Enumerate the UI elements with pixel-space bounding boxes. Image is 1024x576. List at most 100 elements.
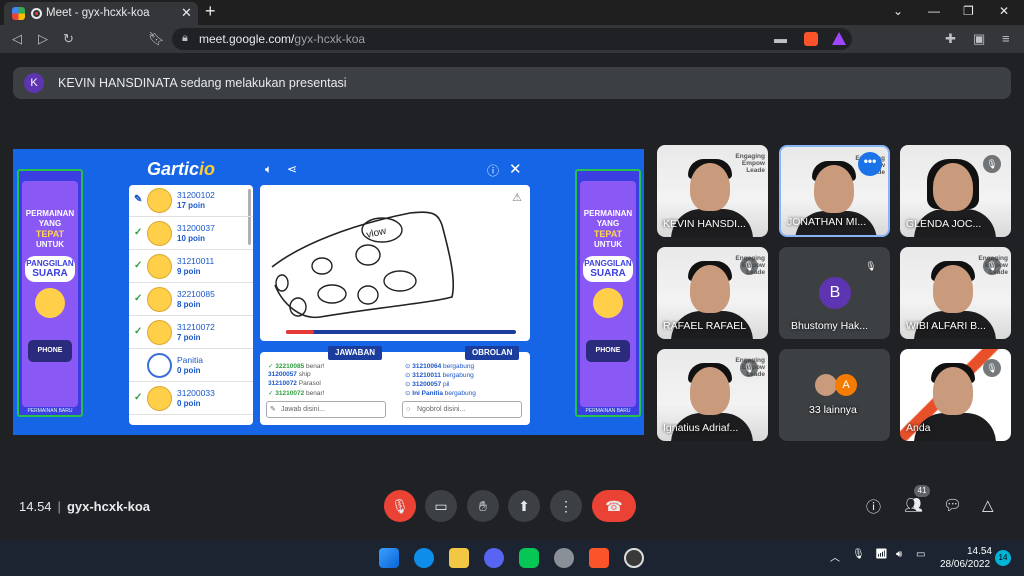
start-icon[interactable] [379, 548, 399, 568]
ad-banner-right[interactable]: PERMAINAN YANG TEPAT UNTUK PANGGILAN SUARA… [575, 169, 641, 417]
participant-name: GLENDA JOC... [906, 218, 982, 230]
tab-search-icon[interactable]: ⌄ [893, 4, 903, 18]
more-options-button[interactable]: ⋮ [550, 490, 582, 522]
people-icon[interactable]: 👥︎ [904, 496, 923, 514]
player-points: 7 poin [177, 333, 201, 342]
others-avatar [815, 374, 837, 396]
participant-tile[interactable]: GLENDA JOC... 🎙︎ [900, 145, 1011, 237]
line-icon[interactable] [519, 548, 539, 568]
others-avatar: A [835, 374, 857, 396]
presentation-text: KEVIN HANSDINATA sedang melakukan presen… [58, 76, 347, 90]
security-icon[interactable] [554, 548, 574, 568]
participant-tile[interactable]: Engaging Empow Leade KEVIN HANSDI... [657, 145, 768, 237]
leave-call-button[interactable]: ☎︎ [592, 490, 636, 522]
volume-icon[interactable]: 🔊︎ [896, 549, 902, 560]
participant-tile[interactable]: EngagingEmpowLeadeRAFAEL RAFAEL🎙︎ [657, 247, 768, 339]
more-options-icon[interactable]: ••• [858, 152, 882, 176]
shared-screen: PERMAINAN YANG TEPAT UNTUK PANGGILAN SUARA… [13, 149, 644, 435]
ad-banner-left[interactable]: PERMAINAN YANG TEPAT UNTUK PANGGILAN SUARA… [17, 169, 83, 417]
info-icon[interactable]: ⓘ [487, 162, 499, 179]
edge-icon[interactable] [414, 548, 434, 568]
wifi-icon[interactable]: 📶︎ [875, 549, 888, 560]
brave-rewards-icon[interactable] [832, 32, 846, 45]
forward-icon[interactable]: ▷ [38, 31, 48, 47]
player-points: 10 poin [177, 234, 206, 243]
participant-tile[interactable]: EngagingEmpowLeadeIgnatius Adriaf...🎙︎ [657, 349, 768, 441]
player-row: ✎ 31200102 17 poin [129, 185, 253, 217]
participant-tile[interactable]: EngagingEmpowLeadeWIBI ALFARI B...🎙︎ [900, 247, 1011, 339]
mic-off-button[interactable]: 🎙︎ [384, 490, 416, 522]
raise-hand-button[interactable]: ✋︎ [467, 490, 499, 522]
address-bar[interactable]: 🔒︎ meet.google.com/gyx-hcxk-koa ▬ [172, 28, 852, 50]
chat-text: bergabung [442, 372, 474, 379]
pencil-icon: ✎ [134, 194, 143, 205]
player-points: 0 poin [177, 399, 201, 408]
chat-text: bergabung [444, 390, 476, 397]
wallet-icon[interactable]: ▣ [973, 31, 985, 47]
player-row: ✓ 31200037 10 poin [129, 218, 253, 250]
chat-user: Ini Panitia [412, 390, 443, 397]
participant-avatar: B [819, 277, 851, 309]
answer-text: Parasol [298, 380, 321, 387]
player-name: 31210011 [177, 256, 215, 266]
share-icon[interactable]: ⋖ [287, 162, 297, 176]
mic-tray-icon[interactable]: 🎙︎ [852, 549, 865, 560]
player-avatar [147, 221, 172, 246]
taskbar-clock[interactable]: 14.54 [962, 546, 992, 557]
brave-shields-icon[interactable] [804, 32, 818, 46]
gartic-logo: Garticio [147, 159, 215, 180]
recording-icon [31, 8, 42, 19]
url-domain: meet.google.com/ [199, 32, 295, 46]
participant-tile[interactable]: A 33 lainnya [779, 349, 890, 441]
menu-icon[interactable]: ≡ [1002, 31, 1010, 46]
new-tab-button[interactable]: + [205, 1, 216, 22]
camera-in-use-icon[interactable]: ▬ [774, 31, 787, 46]
file-explorer-icon[interactable] [449, 548, 469, 568]
camera-icon: ▭ [434, 498, 448, 514]
chat-line: ⊙ 31200057 pil [405, 380, 450, 388]
brave-icon[interactable] [589, 548, 609, 568]
camera-button[interactable]: ▭ [425, 490, 457, 522]
browser-tab[interactable]: Meet - gyx-hcxk-koa ✕ [4, 2, 198, 25]
meeting-details-icon[interactable]: ⓘ [866, 496, 881, 517]
obs-icon[interactable] [624, 548, 644, 568]
answer-input[interactable]: ✎ Jawab disini... [266, 401, 386, 418]
maximize-button[interactable]: ❐ [963, 4, 974, 18]
chat-header: OBROLAN [465, 346, 520, 360]
participant-tile[interactable]: EngagingEmpowLeadeJONATHAN MI...••• [779, 145, 890, 237]
participant-name: Bhustomy Hak... [791, 320, 869, 332]
discord-icon[interactable] [484, 548, 504, 568]
present-button[interactable]: ⬆ [508, 490, 540, 522]
player-avatar [147, 353, 172, 378]
sound-icon[interactable]: 🔈︎ [265, 162, 272, 177]
participant-tile[interactable]: B Bhustomy Hak... 🎙︎ [779, 247, 890, 339]
close-window-button[interactable]: ✕ [999, 4, 1009, 18]
chat-line: ⊙ Ini Panitia bergabung [405, 389, 476, 397]
back-icon[interactable]: ◁ [12, 31, 22, 47]
player-list: ✎ 31200102 17 poin ✓ 31200037 10 poin ✓ 3121001… [129, 185, 253, 425]
tab-close-icon[interactable]: ✕ [181, 5, 192, 21]
lock-icon: 🔒︎ [182, 32, 188, 44]
activities-icon[interactable]: △ [982, 496, 994, 514]
tray-chevron-icon[interactable]: ︿ [830, 549, 840, 564]
drawing-canvas[interactable]: ⚠ vlow [260, 185, 530, 341]
chat-icon[interactable]: 💬︎ [943, 496, 962, 514]
reload-icon[interactable]: ↻ [63, 31, 74, 47]
chat-placeholder: Ngobrol disini... [417, 406, 466, 413]
battery-icon[interactable]: ▭ [916, 549, 925, 560]
ad-text: YANG [38, 219, 62, 228]
answer-line: 31210072 Parasol [268, 380, 321, 387]
extensions-icon[interactable]: ✚ [945, 31, 956, 47]
answer-line: ✓ 32210085 benar! [268, 362, 324, 370]
chat-input[interactable]: ○ Ngobrol disini... [402, 401, 522, 418]
notification-badge[interactable]: 14 [995, 550, 1011, 566]
brand-text: Leade [746, 167, 765, 174]
participant-tile[interactable]: Anda 🎙︎ [900, 349, 1011, 441]
player-name: 31200033 [177, 388, 215, 398]
bookmark-icon[interactable]: 🔖︎ [148, 31, 165, 47]
minimize-button[interactable]: — [928, 4, 940, 18]
close-icon[interactable]: ✕ [509, 160, 522, 178]
answer-text: ship [298, 371, 311, 378]
os-taskbar [0, 540, 1024, 576]
check-icon: ✓ [134, 392, 143, 403]
